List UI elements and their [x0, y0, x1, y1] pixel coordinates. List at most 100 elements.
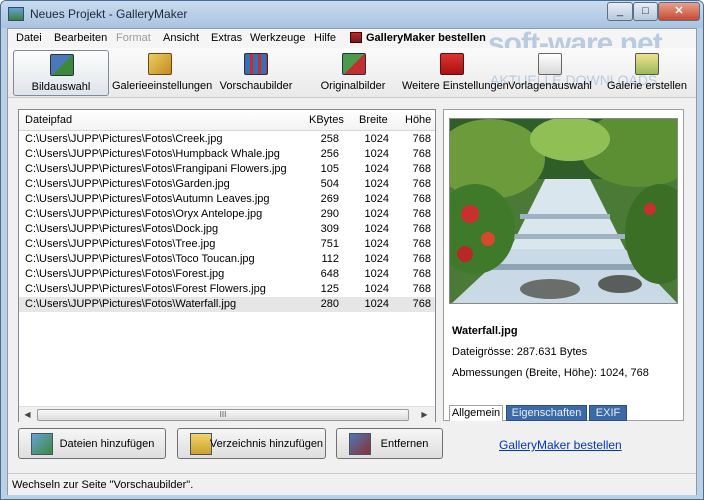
cell-kbytes: 112	[321, 253, 339, 265]
add-files-button[interactable]: Dateien hinzufügen	[18, 428, 166, 459]
toolbar-galerieeinstellungen[interactable]: Galerieeinstellungen	[112, 50, 212, 96]
app-window: Neues Projekt - GalleryMaker _ □ ✕ Datei…	[0, 0, 704, 500]
image-preview	[449, 118, 678, 304]
tab-allgemein[interactable]: Allgemein	[449, 405, 503, 421]
cell-width: 1024	[364, 268, 389, 280]
toolbar-weitere-einstellungen[interactable]: Weitere Einstellungen	[402, 50, 509, 96]
cell-path: C:\Users\JUPP\Pictures\Fotos\Toco Toucan…	[25, 253, 255, 265]
cell-path: C:\Users\JUPP\Pictures\Fotos\Humpback Wh…	[25, 148, 280, 160]
scroll-left-icon[interactable]: ◀	[20, 408, 35, 422]
toolbar-originalbilder[interactable]: Originalbilder	[308, 50, 398, 96]
cell-path: C:\Users\JUPP\Pictures\Fotos\Tree.jpg	[25, 238, 216, 250]
cell-path: C:\Users\JUPP\Pictures\Fotos\Forest.jpg	[25, 268, 225, 280]
more-settings-icon	[440, 53, 464, 75]
cell-height: 768	[412, 178, 431, 190]
maximize-button[interactable]: □	[633, 2, 658, 21]
window-title: Neues Projekt - GalleryMaker	[30, 7, 188, 21]
cell-path: C:\Users\JUPP\Pictures\Fotos\Forest Flow…	[25, 283, 266, 295]
minimize-button[interactable]: _	[607, 2, 633, 21]
column-header-width[interactable]: Breite	[359, 114, 388, 126]
table-row[interactable]: C:\Users\JUPP\Pictures\Fotos\Forest.jpg 6…	[19, 267, 435, 282]
add-directory-button[interactable]: Verzeichnis hinzufügen	[177, 428, 326, 459]
tab-eigenschaften[interactable]: Eigenschaften	[506, 405, 587, 421]
cell-height: 768	[412, 298, 431, 310]
close-button[interactable]: ✕	[658, 2, 700, 21]
column-header-height[interactable]: Höhe	[405, 114, 431, 126]
cell-width: 1024	[364, 223, 389, 235]
column-header-kbytes[interactable]: KBytes	[309, 114, 344, 126]
toolbar-vorschaubilder[interactable]: Vorschaubilder	[211, 50, 301, 96]
cell-kbytes: 290	[320, 208, 339, 220]
cell-height: 768	[412, 148, 431, 160]
table-row[interactable]: C:\Users\JUPP\Pictures\Fotos\Toco Toucan…	[19, 252, 435, 267]
menu-hilfe[interactable]: Hilfe	[314, 32, 336, 44]
table-row[interactable]: C:\Users\JUPP\Pictures\Fotos\Tree.jpg 751…	[19, 237, 435, 252]
cell-kbytes: 280	[320, 298, 339, 310]
app-icon	[8, 7, 24, 21]
toolbar-vorlagenauswahl[interactable]: Vorlagenauswahl	[506, 50, 594, 96]
cell-width: 1024	[364, 133, 389, 145]
menu-format[interactable]: Format	[116, 32, 151, 44]
scroll-right-icon[interactable]: ▶	[417, 408, 432, 422]
cell-path: C:\Users\JUPP\Pictures\Fotos\Garden.jpg	[25, 178, 230, 190]
menu-order-gallerymaker[interactable]: GalleryMaker bestellen	[350, 32, 486, 44]
cell-path: C:\Users\JUPP\Pictures\Fotos\Oryx Antelo…	[25, 208, 263, 220]
table-row[interactable]: C:\Users\JUPP\Pictures\Fotos\Creek.jpg 25…	[19, 132, 435, 147]
client-area: Datei Bearbeiten Format Ansicht Extras W…	[7, 27, 697, 495]
cell-width: 1024	[364, 163, 389, 175]
cell-kbytes: 125	[320, 283, 339, 295]
menu-extras[interactable]: Extras	[211, 32, 242, 44]
image-select-icon	[50, 54, 74, 76]
menu-werkzeuge[interactable]: Werkzeuge	[250, 32, 305, 44]
cell-height: 768	[412, 283, 431, 295]
table-row[interactable]: C:\Users\JUPP\Pictures\Fotos\Dock.jpg 309…	[19, 222, 435, 237]
order-gallerymaker-link[interactable]: GalleryMaker bestellen	[499, 438, 622, 452]
cell-kbytes: 105	[320, 163, 339, 175]
cell-path: C:\Users\JUPP\Pictures\Fotos\Autumn Leav…	[25, 193, 270, 205]
cell-path: C:\Users\JUPP\Pictures\Fotos\Dock.jpg	[25, 223, 219, 235]
cell-kbytes: 751	[320, 238, 339, 250]
table-row[interactable]: C:\Users\JUPP\Pictures\Fotos\Waterfall.j…	[19, 297, 435, 312]
template-select-icon	[538, 53, 562, 75]
waterfall-preview-image	[450, 119, 677, 303]
selected-file-size: Dateigrösse: 287.631 Bytes	[452, 346, 588, 358]
thumbnails-icon	[244, 53, 268, 75]
cell-width: 1024	[364, 148, 389, 160]
title-bar[interactable]: Neues Projekt - GalleryMaker _ □ ✕	[1, 1, 703, 28]
cell-height: 768	[412, 208, 431, 220]
table-row[interactable]: C:\Users\JUPP\Pictures\Fotos\Frangipani …	[19, 162, 435, 177]
cell-path: C:\Users\JUPP\Pictures\Fotos\Waterfall.j…	[25, 298, 237, 310]
cell-height: 768	[412, 223, 431, 235]
cell-height: 768	[412, 193, 431, 205]
table-row[interactable]: C:\Users\JUPP\Pictures\Fotos\Humpback Wh…	[19, 147, 435, 162]
table-row[interactable]: C:\Users\JUPP\Pictures\Fotos\Autumn Leav…	[19, 192, 435, 207]
original-images-icon	[342, 53, 366, 75]
cell-width: 1024	[364, 298, 389, 310]
cell-height: 768	[412, 133, 431, 145]
cell-kbytes: 648	[320, 268, 339, 280]
remove-button[interactable]: Entfernen	[336, 428, 443, 459]
table-row[interactable]: C:\Users\JUPP\Pictures\Fotos\Garden.jpg 5…	[19, 177, 435, 192]
file-list[interactable]: Dateipfad KBytes Breite Höhe C:\Users\JU…	[18, 109, 436, 422]
gallerymaker-icon	[350, 32, 362, 43]
toolbar-bildauswahl[interactable]: Bildauswahl	[13, 50, 109, 96]
menu-datei[interactable]: Datei	[16, 32, 42, 44]
toolbar-galerie-erstellen[interactable]: Galerie erstellen	[604, 50, 690, 96]
cell-kbytes: 269	[320, 193, 339, 205]
selected-file-name: Waterfall.jpg	[452, 325, 518, 337]
scroll-thumb[interactable]: III	[37, 409, 409, 421]
cell-kbytes: 309	[320, 223, 339, 235]
column-header-path[interactable]: Dateipfad	[25, 114, 72, 126]
table-row[interactable]: C:\Users\JUPP\Pictures\Fotos\Oryx Antelo…	[19, 207, 435, 222]
tab-exif[interactable]: EXIF	[589, 405, 627, 421]
menu-bearbeiten[interactable]: Bearbeiten	[54, 32, 107, 44]
file-list-header: Dateipfad KBytes Breite Höhe	[19, 110, 435, 131]
table-row[interactable]: C:\Users\JUPP\Pictures\Fotos\Forest Flow…	[19, 282, 435, 297]
selected-file-dimensions: Abmessungen (Breite, Höhe): 1024, 768	[452, 367, 649, 379]
menu-ansicht[interactable]: Ansicht	[163, 32, 199, 44]
cell-width: 1024	[364, 253, 389, 265]
cell-path: C:\Users\JUPP\Pictures\Fotos\Creek.jpg	[25, 133, 223, 145]
cell-path: C:\Users\JUPP\Pictures\Fotos\Frangipani …	[25, 163, 287, 175]
horizontal-scrollbar[interactable]: ◀ III ▶	[19, 406, 435, 422]
cell-height: 768	[412, 163, 431, 175]
